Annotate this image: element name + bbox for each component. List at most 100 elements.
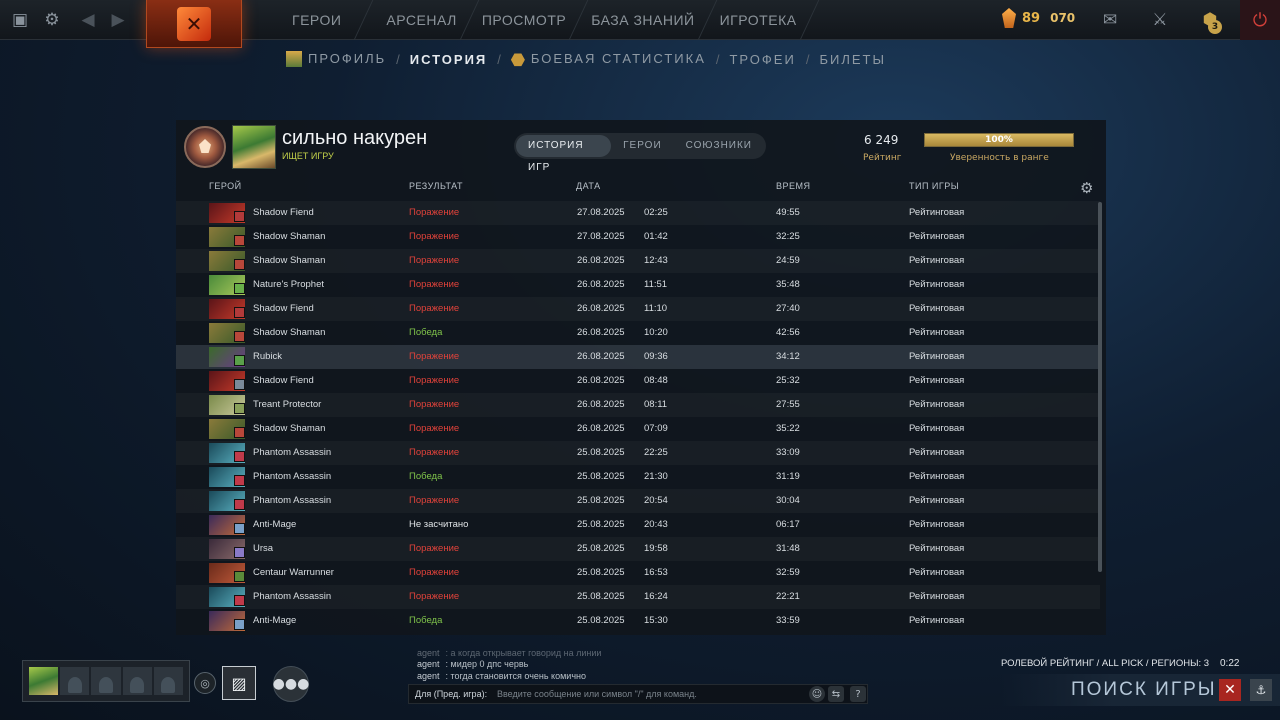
table-row[interactable]: Phantom Assassin Поражение 25.08.2025 20:54…	[176, 489, 1100, 513]
mail-icon[interactable]: ✉	[1098, 8, 1122, 32]
chat-bubble-icon[interactable]: ●●●	[273, 666, 309, 702]
game-type: Рейтинговая	[909, 615, 965, 626]
column-hero[interactable]: ГЕРОЙ	[209, 181, 242, 191]
dashboard-icon[interactable]: ▣	[8, 8, 32, 32]
match-result: Поражение	[409, 279, 460, 290]
table-row[interactable]: Shadow Shaman Победа 26.08.2025 10:20 42:56 Р…	[176, 321, 1100, 345]
help-icon[interactable]: ?	[850, 686, 866, 702]
chat-input[interactable]: Для (Пред. игра): Введите сообщение или …	[408, 684, 868, 704]
table-row[interactable]: Phantom Assassin Победа 25.08.2025 21:30 31:…	[176, 465, 1100, 489]
table-row[interactable]: Nature's Prophet Поражение 26.08.2025 11:51…	[176, 273, 1100, 297]
settings-icon[interactable]: ⚙	[40, 8, 64, 32]
table-row[interactable]: Rubick Поражение 26.08.2025 09:36 34:12 Рейти…	[176, 345, 1100, 369]
table-row[interactable]: Shadow Fiend Поражение 26.08.2025 08:48 25:3…	[176, 369, 1100, 393]
match-date: 26.08.2025	[577, 327, 625, 338]
chat-wheel-icon[interactable]: ⇆	[828, 686, 844, 702]
tab-allies[interactable]: СОЮЗНИКИ	[674, 135, 764, 157]
party-slot-empty[interactable]	[153, 667, 184, 695]
find-match-label[interactable]: ПОИСК ИГРЫ	[1071, 679, 1217, 701]
table-row[interactable]: Shadow Shaman Поражение 26.08.2025 12:43 24:…	[176, 249, 1100, 273]
table-row[interactable]: Anti-Mage Победа 25.08.2025 15:30 33:59 Рейти…	[176, 609, 1100, 633]
nav-arcade[interactable]: ИГРОТЕКА	[708, 0, 809, 40]
match-result: Поражение	[409, 231, 460, 242]
nav-heroes[interactable]: ГЕРОИ	[280, 0, 353, 40]
rank-tier-button[interactable]: ▨	[222, 666, 256, 700]
column-game-type[interactable]: ТИП ИГРЫ	[909, 181, 959, 191]
match-duration: 27:40	[776, 303, 800, 314]
match-duration: 24:59	[776, 255, 800, 266]
queue-icon[interactable]: ⚓	[1250, 679, 1272, 701]
table-row[interactable]: Ursa Поражение 25.08.2025 19:58 31:48 Рейтинг…	[176, 537, 1100, 561]
emoji-icon[interactable]: ☺	[809, 686, 825, 702]
match-result: Поражение	[409, 255, 460, 266]
table-row[interactable]: Shadow Fiend Поражение 26.08.2025 11:10 27:4…	[176, 297, 1100, 321]
chat-author: agent	[417, 659, 440, 669]
match-result: Поражение	[409, 495, 460, 506]
match-time: 10:20	[644, 327, 668, 338]
chat-channel-label[interactable]: Для (Пред. игра):	[415, 689, 487, 699]
subnav-stats-label: БОЕВАЯ СТАТИСТИКА	[530, 51, 706, 67]
chat-text: : мидер 0 дпс червь	[445, 659, 529, 669]
match-time: 22:25	[644, 447, 668, 458]
game-type: Рейтинговая	[909, 375, 965, 386]
game-type: Рейтинговая	[909, 351, 965, 362]
table-row[interactable]: Shadow Shaman Поражение 27.08.2025 01:42 32:…	[176, 225, 1100, 249]
table-row[interactable]: Centaur Warrunner Поражение 25.08.2025 16:5…	[176, 561, 1100, 585]
hero-name: Nature's Prophet	[253, 279, 324, 290]
party-slot-empty[interactable]	[91, 667, 121, 695]
table-row[interactable]: Phantom Assassin Поражение 25.08.2025 22:25…	[176, 441, 1100, 465]
party-slot-self[interactable]	[29, 667, 59, 695]
match-time: 08:48	[644, 375, 668, 386]
column-date[interactable]: ДАТА	[576, 181, 601, 191]
match-time: 19:58	[644, 543, 668, 554]
profile-avatar-icon	[286, 51, 302, 68]
subnav-history[interactable]: ИСТОРИЯ	[410, 52, 488, 67]
back-arrow-icon[interactable]: ◀	[76, 8, 100, 32]
tab-heroes[interactable]: ГЕРОИ	[611, 135, 674, 157]
hero-role-icon	[234, 403, 245, 414]
dota-logo-icon: ✕	[177, 6, 211, 41]
power-icon[interactable]: ⏻	[1240, 0, 1280, 40]
subnav-stats[interactable]: БОЕВАЯ СТАТИСТИКА	[510, 51, 706, 67]
match-duration: 35:22	[776, 423, 800, 434]
subnav-tickets[interactable]: БИЛЕТЫ	[819, 52, 886, 67]
table-row[interactable]: Treant Protector Поражение 26.08.2025 08:11…	[176, 393, 1100, 417]
match-result: Поражение	[409, 543, 460, 554]
nav-arsenal[interactable]: АРСЕНАЛ	[374, 0, 468, 40]
column-result[interactable]: РЕЗУЛЬТАТ	[409, 181, 463, 191]
rank-medal-icon[interactable]	[184, 126, 226, 168]
hero-name: Ursa	[253, 543, 274, 554]
table-row[interactable]: Anti-Mage Не засчитано 25.08.2025 20:43 06:1…	[176, 513, 1100, 537]
party-slot-empty[interactable]	[122, 667, 152, 695]
match-time: 12:43	[644, 255, 668, 266]
player-avatar[interactable]	[232, 125, 276, 169]
tab-match-history[interactable]: ИСТОРИЯ ИГР	[516, 135, 612, 173]
hero-name: Phantom Assassin	[253, 471, 332, 482]
match-time: 09:36	[644, 351, 668, 362]
shard-icon	[1002, 8, 1016, 28]
nav-knowledge-base[interactable]: БАЗА ЗНАНИЙ	[579, 0, 706, 40]
armory-icon[interactable]: ⚔	[1148, 8, 1172, 32]
table-row[interactable]: Shadow Fiend Поражение 27.08.2025 02:25 49:5…	[176, 201, 1100, 225]
chat-message: agent : мидер 0 дпс червь	[417, 659, 528, 669]
table-row[interactable]: Phantom Assassin Поражение 25.08.2025 16:24…	[176, 585, 1100, 609]
headset-icon[interactable]: ◎	[194, 672, 216, 694]
party-slot-empty[interactable]	[60, 667, 90, 695]
match-duration: 33:59	[776, 615, 800, 626]
main-nav: ГЕРОИ АРСЕНАЛ ПРОСМОТР БАЗА ЗНАНИЙ ИГРОТ…	[280, 0, 819, 40]
rank-confidence-percent: 100%	[985, 135, 1013, 145]
hero-name: Anti-Mage	[253, 519, 297, 530]
column-duration[interactable]: ВРЕМЯ	[776, 181, 811, 191]
dota-logo[interactable]: ✕	[146, 0, 242, 48]
gear-icon[interactable]: ⚙	[1080, 179, 1093, 197]
forward-arrow-icon[interactable]: ▶	[106, 8, 130, 32]
scrollbar[interactable]	[1098, 202, 1102, 572]
subnav-trophies[interactable]: ТРОФЕИ	[729, 52, 795, 67]
match-date: 25.08.2025	[577, 591, 625, 602]
currency-display[interactable]: 89 070	[1002, 8, 1075, 28]
table-row[interactable]: Shadow Shaman Поражение 26.08.2025 07:09 35:…	[176, 417, 1100, 441]
subnav-profile[interactable]: ПРОФИЛЬ	[286, 51, 386, 68]
cancel-search-button[interactable]: ✕	[1219, 679, 1241, 701]
game-type: Рейтинговая	[909, 399, 965, 410]
nav-watch[interactable]: ПРОСМОТР	[470, 0, 578, 40]
